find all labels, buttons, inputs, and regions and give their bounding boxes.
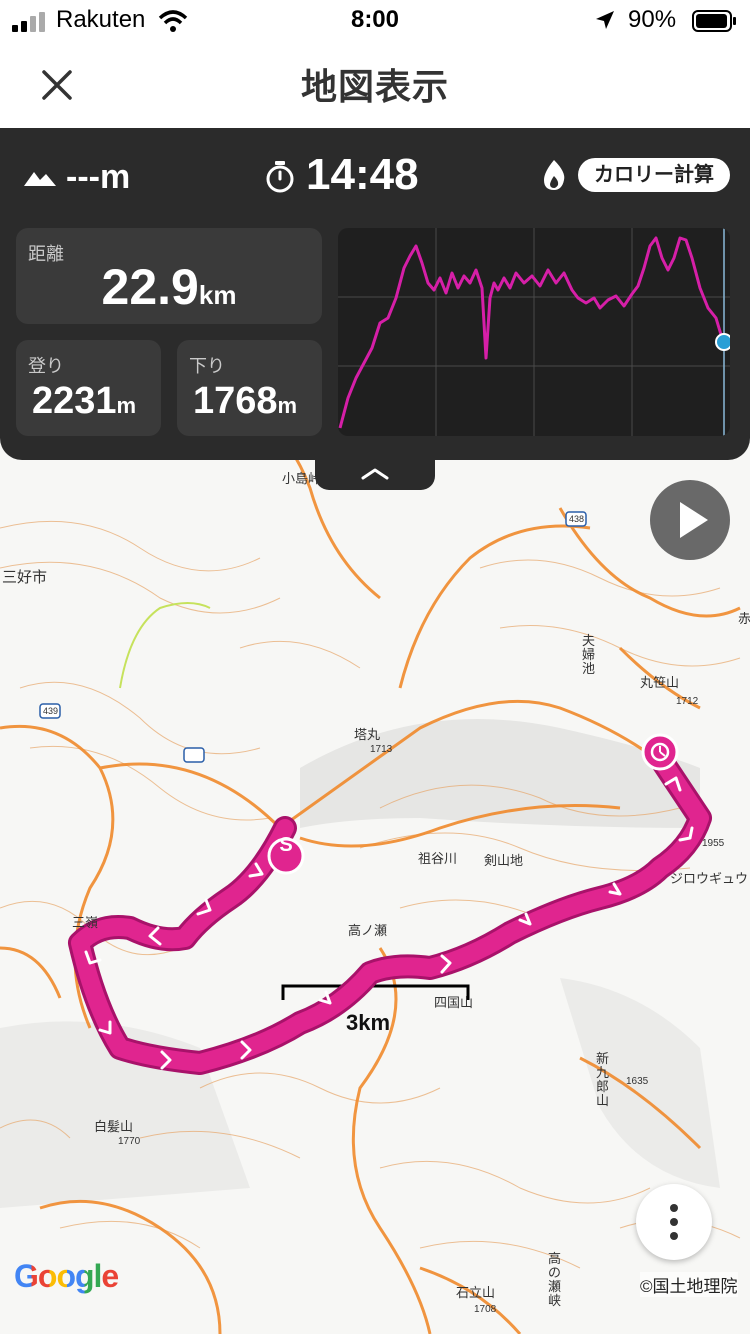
descent-value: 1768 — [193, 380, 278, 422]
ascent-card: 登り 2231m — [16, 340, 161, 436]
place-label: 新九郎山 — [596, 1051, 610, 1108]
play-icon — [680, 502, 708, 538]
elapsed-time: 14:48 — [306, 150, 419, 199]
place-label: 1770 — [118, 1136, 141, 1147]
map-attribution: ©国土地理院 — [640, 1272, 738, 1297]
distance-value: 22.9 — [101, 259, 199, 315]
altitude-value: ---m — [66, 158, 131, 196]
place-label: 高の瀬峡 — [548, 1251, 562, 1308]
place-label: 三好市 — [2, 569, 48, 586]
ascent-unit: m — [116, 393, 137, 418]
place-label: 石立山 — [456, 1285, 496, 1300]
place-label: 丸笹山 — [640, 675, 680, 690]
page-title: 地図表示 — [300, 66, 449, 107]
ascent-value: 2231 — [32, 380, 117, 422]
chevron-up-icon — [361, 468, 389, 480]
ascent-readout: 2231m — [32, 380, 136, 423]
place-label: 1708 — [474, 1304, 497, 1315]
place-label: 四国山 — [434, 995, 474, 1010]
position-marker — [715, 333, 730, 351]
start-marker-label: S — [279, 834, 293, 856]
place-label: 祖谷川 — [418, 851, 458, 866]
route-number-label: 438 — [569, 514, 585, 524]
place-label: 剣山地 — [484, 853, 524, 868]
distance-readout: 22.9km — [16, 258, 322, 316]
descent-card: 下り 1768m — [177, 340, 322, 436]
distance-card: 距離 22.9km — [16, 228, 322, 324]
elevation-graph[interactable] — [338, 228, 730, 436]
calorie-button[interactable]: カロリー計算 — [578, 158, 730, 192]
descent-label: 下り — [189, 356, 225, 376]
place-label: 1712 — [676, 696, 699, 707]
distance-unit: km — [198, 280, 237, 310]
location-arrow-icon — [596, 11, 614, 29]
stats-panel: ---m 14:48 カロリー計算 距離 22.9km 登り 2231m 下り … — [0, 128, 750, 460]
mountain-icon — [24, 172, 56, 186]
google-logo-text: Google — [14, 1258, 119, 1294]
place-label: 1955 — [702, 838, 725, 849]
descent-unit: m — [277, 393, 298, 418]
stopwatch-icon — [266, 161, 294, 193]
elevation-line — [338, 236, 724, 429]
play-button[interactable] — [650, 480, 730, 560]
panel-collapse-handle[interactable] — [315, 460, 435, 490]
status-bar: Rakuten 8:00 90% — [0, 0, 750, 44]
battery-percent: 90% — [628, 6, 677, 33]
scale-label: 3km — [346, 1010, 391, 1035]
more-options-button[interactable] — [636, 1184, 712, 1260]
place-label: 塔丸 — [354, 727, 381, 742]
descent-readout: 1768m — [193, 380, 297, 423]
place-label: 白髪山 — [94, 1119, 134, 1134]
place-label: 高ノ瀬 — [348, 923, 388, 938]
ascent-label: 登り — [28, 356, 64, 376]
place-label: ジロウギュウ — [670, 871, 749, 886]
google-logo: Google — [14, 1258, 119, 1295]
route-number-label: 439 — [43, 706, 59, 716]
battery-icon — [692, 10, 736, 32]
flame-icon — [544, 160, 565, 190]
more-vertical-icon — [670, 1204, 678, 1240]
place-label: 1713 — [370, 744, 393, 755]
place-label: 夫婦池 — [582, 633, 596, 676]
place-label: 三嶺 — [72, 915, 99, 930]
place-label: 1635 — [626, 1076, 649, 1087]
nav-bar: 地図表示 — [0, 44, 750, 128]
goal-marker-icon[interactable] — [641, 733, 679, 771]
place-label: 赤 — [738, 611, 750, 626]
